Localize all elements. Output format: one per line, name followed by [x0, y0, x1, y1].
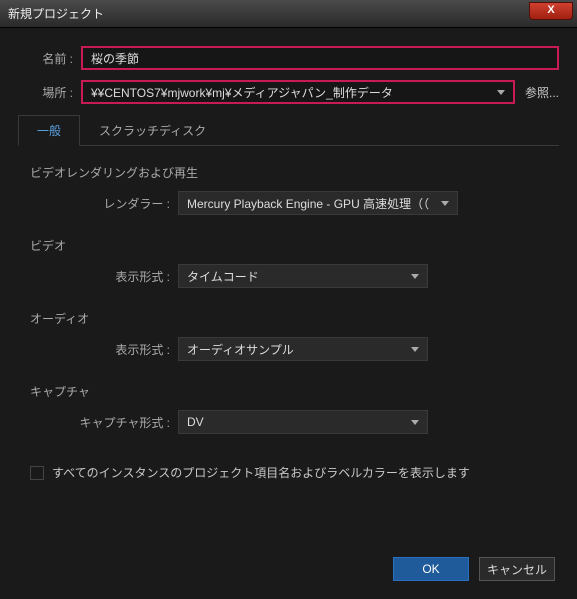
renderer-field: レンダラー : Mercury Playback Engine - GPU 高速… — [50, 191, 547, 215]
chevron-down-icon — [497, 90, 505, 95]
location-value: ¥¥CENTOS7¥mjwork¥mj¥メディアジャパン_制作データ — [91, 84, 393, 101]
chevron-down-icon — [411, 347, 419, 352]
tab-general[interactable]: 一般 — [18, 115, 80, 146]
video-format-field: 表示形式 : タイムコード — [50, 264, 547, 288]
capture-format-value: DV — [187, 415, 204, 429]
tabs: 一般 スクラッチディスク — [18, 114, 559, 146]
tab-scratch-disks[interactable]: スクラッチディスク — [80, 115, 225, 146]
capture-format-label: キャプチャ形式 : — [50, 414, 170, 431]
name-row: 名前 : — [18, 46, 559, 70]
renderer-select[interactable]: Mercury Playback Engine - GPU 高速処理（（ — [178, 191, 458, 215]
name-input[interactable] — [81, 46, 559, 70]
show-names-checkbox[interactable] — [30, 466, 44, 480]
ok-button[interactable]: OK — [393, 557, 469, 581]
renderer-value: Mercury Playback Engine - GPU 高速処理（（ — [187, 195, 429, 212]
chevron-down-icon — [411, 274, 419, 279]
titlebar: 新規プロジェクト X — [0, 0, 577, 28]
audio-format-value: オーディオサンプル — [187, 341, 294, 358]
browse-button[interactable]: 参照... — [525, 84, 559, 101]
capture-format-field: キャプチャ形式 : DV — [50, 410, 547, 434]
audio-format-field: 表示形式 : オーディオサンプル — [50, 337, 547, 361]
cancel-button[interactable]: キャンセル — [479, 557, 555, 581]
location-label: 場所 : — [18, 84, 73, 101]
chevron-down-icon — [411, 420, 419, 425]
settings-panel: ビデオレンダリングおよび再生 レンダラー : Mercury Playback … — [18, 146, 559, 491]
name-label: 名前 : — [18, 50, 73, 67]
window-title: 新規プロジェクト — [8, 5, 104, 22]
group-video-title: ビデオ — [30, 237, 547, 254]
audio-format-select[interactable]: オーディオサンプル — [178, 337, 428, 361]
close-icon: X — [547, 4, 554, 16]
location-row: 場所 : ¥¥CENTOS7¥mjwork¥mj¥メディアジャパン_制作データ … — [18, 80, 559, 104]
group-rendering: ビデオレンダリングおよび再生 レンダラー : Mercury Playback … — [30, 164, 547, 215]
group-rendering-title: ビデオレンダリングおよび再生 — [30, 164, 547, 181]
capture-format-select[interactable]: DV — [178, 410, 428, 434]
renderer-label: レンダラー : — [50, 195, 170, 212]
chevron-down-icon — [441, 201, 449, 206]
dialog-body: 名前 : 場所 : ¥¥CENTOS7¥mjwork¥mj¥メディアジャパン_制… — [0, 28, 577, 501]
show-names-row: すべてのインスタンスのプロジェクト項目名およびラベルカラーを表示します — [30, 464, 547, 481]
group-audio: オーディオ 表示形式 : オーディオサンプル — [30, 310, 547, 361]
group-capture-title: キャプチャ — [30, 383, 547, 400]
group-video: ビデオ 表示形式 : タイムコード — [30, 237, 547, 288]
close-button[interactable]: X — [529, 2, 573, 20]
group-audio-title: オーディオ — [30, 310, 547, 327]
group-capture: キャプチャ キャプチャ形式 : DV — [30, 383, 547, 434]
video-format-select[interactable]: タイムコード — [178, 264, 428, 288]
footer: OK キャンセル — [393, 557, 555, 581]
audio-format-label: 表示形式 : — [50, 341, 170, 358]
video-format-value: タイムコード — [187, 268, 259, 285]
location-dropdown[interactable]: ¥¥CENTOS7¥mjwork¥mj¥メディアジャパン_制作データ — [81, 80, 515, 104]
show-names-label: すべてのインスタンスのプロジェクト項目名およびラベルカラーを表示します — [52, 464, 470, 481]
video-format-label: 表示形式 : — [50, 268, 170, 285]
